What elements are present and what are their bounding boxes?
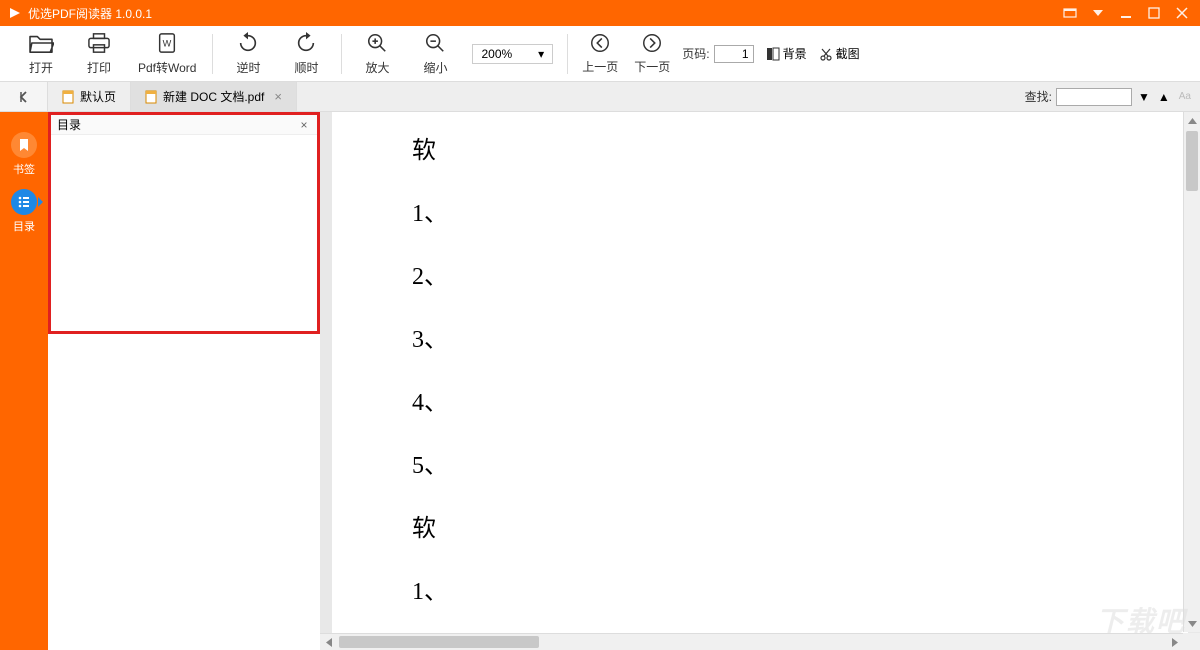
document-viewport[interactable]: 软 1、 2、 3、 4、 5、 软 1、 2、 3、 [320,112,1200,650]
scroll-thumb[interactable] [339,636,539,648]
prev-page-button[interactable]: 上一页 [582,32,618,75]
horizontal-scrollbar[interactable] [320,633,1183,650]
doc-line: 1、 [412,557,1108,620]
next-page-icon [640,32,664,54]
file-icon [62,90,75,104]
window-buttons [1060,5,1192,21]
doc-line: 3、 [412,305,1108,368]
rotate-ccw-button[interactable]: 逆时 [229,31,267,76]
tabbar: 默认页 新建 DOC 文档.pdf × 查找: ▼ ▲ Aa [0,82,1200,112]
sidebar: 书签 目录 [0,112,48,650]
svg-text:W: W [163,39,172,49]
page-number-input[interactable] [714,45,754,63]
document-page: 软 1、 2、 3、 4、 5、 软 1、 2、 3、 [332,112,1188,650]
scrollbar-corner [1183,633,1200,650]
zoom-out-icon [423,31,447,55]
zoom-in-icon [365,31,389,55]
open-button[interactable]: 打开 [22,31,60,76]
print-icon [86,31,112,55]
print-button[interactable]: 打印 [80,31,118,76]
dropdown-icon: ▾ [534,47,548,61]
screenshot-button[interactable]: 截图 [819,45,860,62]
scissors-icon [819,47,833,61]
doc-line: 软 [412,494,1108,557]
scroll-track[interactable] [337,634,1166,650]
toc-icon [11,189,37,215]
maximize-button[interactable] [1144,5,1164,21]
titlebar: 优选PDF阅读器 1.0.0.1 [0,0,1200,26]
prev-page-icon [588,32,612,54]
bookmark-icon [11,132,37,158]
toolbar-separator [212,34,213,74]
doc-line: 2、 [412,242,1108,305]
search-next-icon[interactable]: ▼ [1136,90,1152,104]
doc-line: 1、 [412,179,1108,242]
app-logo-icon [8,6,22,20]
tab-close-icon[interactable]: × [274,89,282,104]
rotate-cw-icon [294,31,318,55]
tab-default[interactable]: 默认页 [48,82,131,111]
scroll-right-icon[interactable] [1166,634,1183,650]
sidebar-toc-button[interactable]: 目录 [6,183,42,240]
menu-button-2[interactable] [1088,5,1108,21]
zoom-out-button[interactable]: 缩小 [416,31,454,76]
minimize-button[interactable] [1116,5,1136,21]
background-button[interactable]: 背景 [766,45,807,62]
toolbar-separator [567,34,568,74]
doc-line: 5、 [412,431,1108,494]
scroll-left-icon[interactable] [320,634,337,650]
toolbar-separator [341,34,342,74]
pdf-to-word-button[interactable]: W Pdf转Word [138,31,196,76]
search-input[interactable] [1056,88,1132,106]
outline-header: 目录 × [51,115,317,135]
toolbar: 打开 打印 W Pdf转Word 逆时 顺时 放大 缩小 200% ▾ 上一页 … [0,26,1200,82]
tab-document[interactable]: 新建 DOC 文档.pdf × [131,82,297,111]
search-area: 查找: ▼ ▲ Aa [1019,88,1200,106]
match-case-icon[interactable]: Aa [1176,90,1194,103]
open-icon [28,31,54,55]
zoom-in-button[interactable]: 放大 [358,31,396,76]
zoom-select[interactable]: 200% ▾ [472,44,553,64]
scroll-thumb[interactable] [1186,131,1198,191]
next-page-button[interactable]: 下一页 [634,32,670,75]
vertical-scrollbar[interactable] [1183,112,1200,632]
outline-panel: 目录 × [48,112,320,334]
outline-close-icon[interactable]: × [297,118,311,132]
search-prev-icon[interactable]: ▲ [1156,90,1172,104]
rotate-cw-button[interactable]: 顺时 [287,31,325,76]
scroll-up-icon[interactable] [1184,112,1200,129]
rotate-ccw-icon [236,31,260,55]
page-number-group: 页码: [682,45,753,63]
file-icon [145,90,158,104]
pdf-to-word-icon: W [154,31,180,55]
menu-button-1[interactable] [1060,5,1080,21]
app-title: 优选PDF阅读器 1.0.0.1 [28,5,1060,22]
background-icon [766,47,780,61]
main-area: 书签 目录 目录 × 软 1、 2、 3、 4、 5、 软 1、 2、 3、 [0,112,1200,650]
tab-back-button[interactable] [0,82,48,111]
doc-line: 4、 [412,368,1108,431]
close-button[interactable] [1172,5,1192,21]
scroll-down-icon[interactable] [1184,615,1200,632]
doc-line: 软 [412,116,1108,179]
scroll-track[interactable] [1184,129,1200,615]
sidebar-bookmark-button[interactable]: 书签 [6,126,42,183]
